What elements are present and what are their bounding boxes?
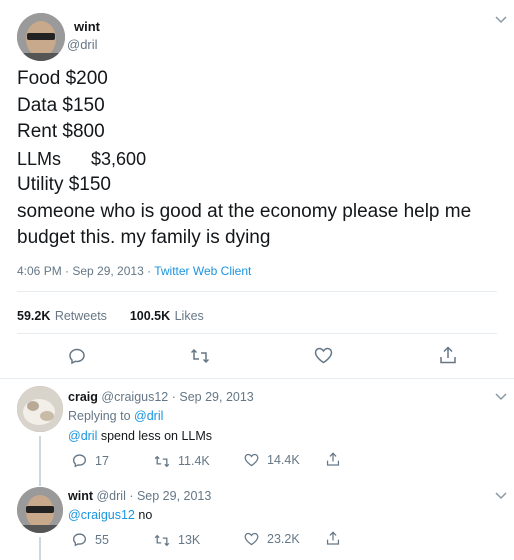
tweet-body: Food $200 Data $150 Rent $800 LLMs $3,60… bbox=[17, 66, 471, 252]
author-name[interactable]: craig bbox=[68, 390, 98, 404]
divider bbox=[17, 333, 497, 334]
meta-separator: · bbox=[147, 264, 152, 278]
retweet-icon bbox=[154, 455, 170, 468]
author-handle[interactable]: @dril bbox=[96, 489, 125, 503]
like-icon bbox=[244, 532, 259, 546]
author-handle[interactable]: @craigus12 bbox=[101, 390, 168, 404]
tweet-line: LLMs $3,600 bbox=[17, 148, 147, 169]
reply-icon bbox=[68, 347, 86, 365]
reply-icon bbox=[72, 532, 87, 547]
avatar[interactable] bbox=[17, 487, 63, 533]
retweet-button[interactable]: 13K bbox=[154, 533, 200, 547]
thread-line bbox=[39, 537, 41, 560]
tweet-line: Food $200 bbox=[17, 68, 108, 89]
author-name[interactable]: wint bbox=[68, 489, 93, 503]
client-link[interactable]: Twitter Web Client bbox=[154, 264, 251, 278]
share-button[interactable] bbox=[326, 452, 340, 467]
tweet-line: Utility $150 bbox=[17, 174, 111, 195]
chevron-down-icon[interactable] bbox=[495, 392, 507, 404]
reply-text: @craigus12 no bbox=[68, 508, 152, 522]
reply-count: 55 bbox=[95, 532, 109, 547]
share-button[interactable] bbox=[439, 346, 457, 365]
author-handle[interactable]: @dril bbox=[67, 37, 98, 52]
reply-header: craig @craigus12 · Sep 29, 2013 bbox=[68, 390, 254, 404]
retweet-icon bbox=[154, 534, 170, 547]
divider bbox=[0, 378, 514, 379]
like-count: 14.4K bbox=[267, 453, 300, 467]
divider bbox=[17, 291, 497, 292]
retweets-label[interactable]: Retweets bbox=[55, 309, 107, 323]
share-icon bbox=[326, 452, 340, 467]
retweet-button[interactable] bbox=[190, 348, 210, 364]
reply-date[interactable]: · Sep 29, 2013 bbox=[172, 390, 254, 404]
retweet-count: 13K bbox=[178, 533, 201, 547]
tweet-line: Data $150 bbox=[17, 94, 105, 116]
share-icon bbox=[439, 346, 457, 365]
avatar[interactable] bbox=[17, 386, 63, 432]
retweet-icon bbox=[190, 348, 210, 364]
reply-text: @dril spend less on LLMs bbox=[68, 429, 212, 443]
mention-link[interactable]: @craigus12 bbox=[68, 508, 135, 522]
reply-button[interactable] bbox=[68, 347, 86, 365]
reply-button[interactable]: 17 bbox=[72, 453, 109, 468]
likes-label[interactable]: Likes bbox=[175, 309, 204, 323]
author-name[interactable]: wint bbox=[74, 19, 100, 34]
retweet-button[interactable]: 11.4K bbox=[154, 454, 210, 468]
reply-count: 17 bbox=[95, 453, 109, 468]
tweet-meta: 4:06 PM · Sep 29, 2013 · Twitter Web Cli… bbox=[17, 264, 251, 278]
retweets-count[interactable]: 59.2K bbox=[17, 309, 50, 323]
retweet-count: 11.4K bbox=[178, 454, 210, 468]
share-button[interactable] bbox=[326, 531, 340, 546]
reply-date[interactable]: · Sep 29, 2013 bbox=[129, 489, 211, 503]
share-icon bbox=[326, 531, 340, 546]
chevron-down-icon[interactable] bbox=[495, 15, 507, 27]
likes-count[interactable]: 100.5K bbox=[130, 309, 170, 323]
avatar[interactable] bbox=[17, 13, 65, 61]
reply-button[interactable]: 55 bbox=[72, 532, 109, 547]
reply-body: no bbox=[134, 508, 153, 522]
thread-line bbox=[39, 436, 41, 486]
tweet-line: Rent $800 bbox=[17, 121, 105, 142]
chevron-down-icon[interactable] bbox=[495, 491, 507, 503]
reply-icon bbox=[72, 453, 87, 468]
like-button[interactable]: 23.2K bbox=[244, 532, 300, 546]
like-button[interactable]: 14.4K bbox=[244, 453, 300, 467]
timestamp[interactable]: 4:06 PM · Sep 29, 2013 bbox=[17, 264, 144, 278]
like-icon bbox=[314, 347, 333, 364]
replying-to-handle[interactable]: @dril bbox=[134, 409, 163, 423]
reply-body: spend less on LLMs bbox=[97, 429, 213, 443]
like-icon bbox=[244, 453, 259, 467]
like-count: 23.2K bbox=[267, 532, 300, 546]
mention-link[interactable]: @dril bbox=[68, 429, 97, 443]
replying-to: Replying to @dril bbox=[68, 409, 163, 423]
tweet-line: someone who is good at the economy pleas… bbox=[17, 200, 472, 222]
reply-header: wint @dril · Sep 29, 2013 bbox=[68, 489, 211, 503]
like-button[interactable] bbox=[314, 347, 333, 364]
replying-to-label: Replying to bbox=[68, 409, 131, 423]
engagement-stats: 59.2K Retweets 100.5K Likes bbox=[17, 307, 204, 325]
tweet-line: budget this. my family is dying bbox=[17, 227, 271, 248]
